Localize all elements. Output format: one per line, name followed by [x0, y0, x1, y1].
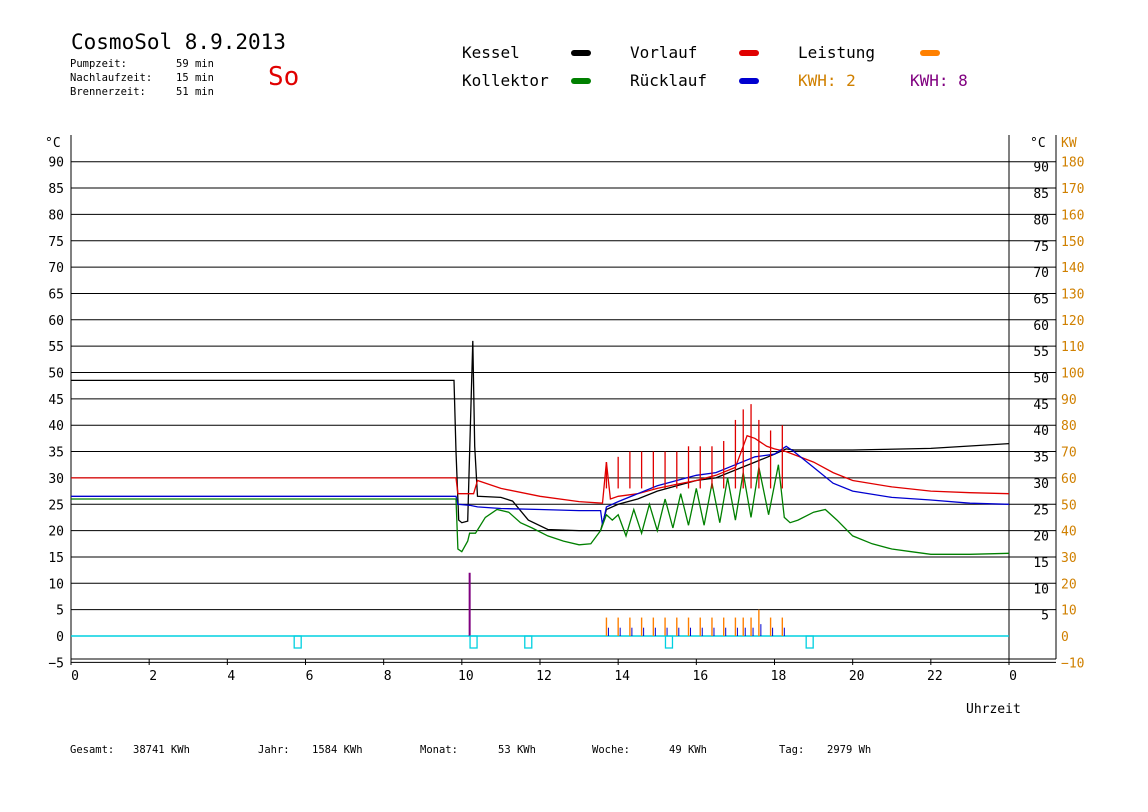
series-line-kessel	[71, 340, 1010, 532]
y-tick-kw: 140	[1061, 261, 1084, 276]
x-tick-label: 10	[458, 669, 474, 684]
y-tick-right: 5	[1041, 609, 1049, 624]
y-tick-left: 45	[48, 393, 64, 408]
pump-marker	[524, 635, 533, 649]
y-tick-right: 60	[1033, 319, 1049, 334]
y-tick-left: 75	[48, 235, 64, 250]
y-axis-unit-right: °C	[1030, 136, 1046, 151]
footer-monat-label: Monat:	[420, 744, 458, 756]
y-tick-kw: 120	[1061, 314, 1084, 329]
y-tick-left: 50	[48, 367, 64, 382]
y-tick-kw: 170	[1061, 182, 1084, 197]
y-tick-left: 5	[56, 604, 64, 619]
y-tick-right: 15	[1033, 556, 1049, 571]
footer-jahr-value: 1584 KWh	[312, 744, 363, 756]
x-tick-label: 16	[693, 669, 709, 684]
y-tick-kw: 0	[1061, 630, 1069, 645]
y-tick-left: 0	[56, 630, 64, 645]
series-line-ruecklauf	[71, 445, 1010, 526]
y-tick-right: 30	[1033, 477, 1049, 492]
y-tick-kw: 20	[1061, 577, 1077, 592]
y-tick-kw: −10	[1061, 656, 1084, 671]
y-tick-kw: 160	[1061, 208, 1084, 223]
y-tick-left: 65	[48, 287, 64, 302]
y-tick-left: 30	[48, 472, 64, 487]
axis-labels: 908580757065605550454035302520151050−590…	[45, 136, 1084, 684]
y-tick-kw: 60	[1061, 472, 1077, 487]
x-tick-label: 0	[1009, 669, 1017, 684]
footer-woche-value: 49 KWh	[669, 744, 707, 756]
chart-page: { "header": { "title": "CosmoSol 8.9.201…	[0, 0, 1148, 812]
footer-gesamt-value: 38741 KWh	[133, 744, 190, 756]
footer-tag-value: 2979 Wh	[827, 744, 872, 756]
y-tick-kw: 130	[1061, 287, 1084, 302]
x-axis-label: Uhrzeit	[966, 702, 1021, 717]
y-tick-right: 70	[1033, 266, 1049, 281]
x-tick-label: 20	[849, 669, 865, 684]
y-tick-left: 20	[48, 525, 64, 540]
x-tick-label: 8	[384, 669, 392, 684]
x-tick-label: 22	[927, 669, 943, 684]
y-tick-left: 70	[48, 261, 64, 276]
chart-grid	[71, 161, 1056, 663]
y-tick-kw: 80	[1061, 419, 1077, 434]
y-tick-right: 80	[1033, 213, 1049, 228]
pump-marker	[293, 635, 302, 649]
y-tick-right: 55	[1033, 345, 1049, 360]
x-tick-label: 18	[771, 669, 787, 684]
y-tick-right: 35	[1033, 451, 1049, 466]
footer-jahr-label: Jahr:	[258, 744, 290, 756]
y-tick-kw: 40	[1061, 525, 1077, 540]
y-tick-kw: 180	[1061, 156, 1084, 171]
y-tick-left: 90	[48, 156, 64, 171]
y-tick-left: 55	[48, 340, 64, 355]
y-tick-left: 80	[48, 208, 64, 223]
y-tick-left: −5	[48, 656, 64, 671]
y-tick-kw: 30	[1061, 551, 1077, 566]
x-tick-label: 2	[149, 669, 157, 684]
y-tick-kw: 110	[1061, 340, 1084, 355]
footer-woche-label: Woche:	[592, 744, 630, 756]
x-tick-label: 4	[227, 669, 235, 684]
pump-marker	[469, 635, 478, 649]
y-tick-right: 45	[1033, 398, 1049, 413]
y-tick-kw: 70	[1061, 446, 1077, 461]
y-tick-left: 40	[48, 419, 64, 434]
y-tick-kw: 90	[1061, 393, 1077, 408]
y-tick-kw: 150	[1061, 235, 1084, 250]
y-tick-right: 90	[1033, 161, 1049, 176]
y-tick-left: 85	[48, 182, 64, 197]
y-axis-unit-left: °C	[45, 136, 61, 151]
x-tick-label: 0	[71, 669, 79, 684]
y-tick-kw: 50	[1061, 498, 1077, 513]
y-tick-right: 20	[1033, 530, 1049, 545]
y-axis-unit-kw: KW	[1061, 136, 1077, 151]
y-tick-left: 35	[48, 446, 64, 461]
y-tick-right: 10	[1033, 582, 1049, 597]
footer-monat-value: 53 KWh	[498, 744, 536, 756]
y-tick-right: 85	[1033, 187, 1049, 202]
y-tick-right: 25	[1033, 503, 1049, 518]
footer-gesamt-label: Gesamt:	[70, 744, 115, 756]
y-tick-right: 40	[1033, 424, 1049, 439]
y-tick-left: 60	[48, 314, 64, 329]
x-tick-label: 14	[614, 669, 630, 684]
x-tick-label: 6	[306, 669, 314, 684]
pump-marker	[664, 635, 674, 649]
temperature-chart: 908580757065605550454035302520151050−590…	[45, 135, 1084, 684]
y-tick-left: 10	[48, 577, 64, 592]
y-tick-kw: 10	[1061, 604, 1077, 619]
y-tick-left: 15	[48, 551, 64, 566]
pump-marker	[805, 635, 814, 649]
footer-tag-label: Tag:	[779, 744, 805, 756]
y-tick-right: 75	[1033, 240, 1049, 255]
y-tick-right: 50	[1033, 372, 1049, 387]
chart-series	[71, 340, 1010, 649]
y-tick-right: 65	[1033, 292, 1049, 307]
x-tick-label: 12	[536, 669, 552, 684]
y-tick-left: 25	[48, 498, 64, 513]
y-tick-kw: 100	[1061, 367, 1084, 382]
